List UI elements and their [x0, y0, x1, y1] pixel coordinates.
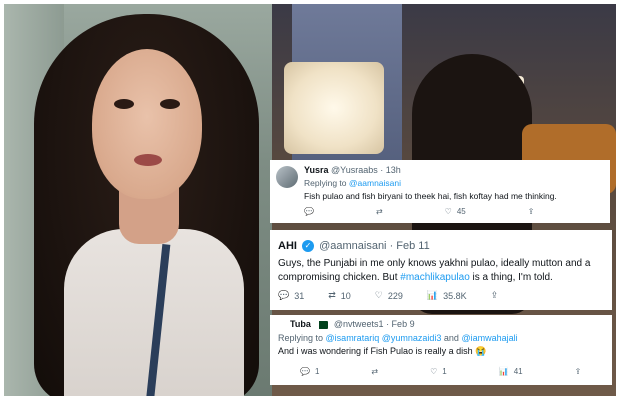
share-button[interactable]: ⇪ [491, 290, 499, 301]
views-icon: 📊 [426, 290, 439, 300]
reply-button[interactable]: 💬 31 [278, 290, 304, 301]
photo-eye-left [114, 99, 134, 109]
views-button[interactable]: 📊 35.8K [427, 290, 467, 301]
handle[interactable]: @Yusraabs [331, 165, 378, 175]
share-icon: ⇪ [490, 290, 499, 300]
like-button[interactable]: ♡ 229 [375, 290, 403, 301]
share-icon: ⇪ [574, 367, 582, 376]
reply-count: 31 [294, 290, 305, 301]
reply-count: 1 [314, 367, 320, 376]
tweet-card-tuba[interactable]: Tuba @nvtweets1 · Feb 9 Replying to @isa… [270, 315, 612, 385]
tweet-card-yusra[interactable]: Yusra @Yusraabs · 13h Replying to @aamna… [270, 160, 610, 223]
pakistan-flag-icon [316, 320, 329, 329]
reply-button[interactable]: 💬 [304, 207, 314, 216]
like-icon: ♡ [430, 367, 438, 376]
photo-eye-right [160, 99, 180, 109]
handle[interactable]: @aamnaisani [319, 240, 386, 252]
avatar[interactable] [276, 166, 298, 188]
photo-mouth [134, 154, 162, 166]
retweet-icon: ⇄ [375, 207, 383, 216]
tweet-text-end: is a thing, I'm told. [469, 272, 553, 283]
reply-icon: 💬 [300, 367, 310, 376]
like-count: 229 [387, 290, 403, 301]
mention-link-3[interactable]: @iamwahajali [461, 333, 517, 343]
tweet-actions: 💬 1 ⇄ ♡ 1 📊 41 ⇪ [300, 367, 612, 376]
timestamp[interactable]: · Feb 11 [390, 240, 430, 252]
tweet-header: Tuba @nvtweets1 · Feb 9 [290, 319, 415, 329]
screenshot-frame: Yusra @Yusraabs · 13h Replying to @aamna… [0, 0, 620, 400]
hashtag-link[interactable]: #machlikapulao [400, 272, 470, 283]
tweet-card-ahi[interactable]: AHI ✓ @aamnaisani · Feb 11 Guys, the Pun… [270, 230, 612, 310]
like-icon: ♡ [444, 207, 452, 216]
timestamp[interactable]: · Feb 9 [386, 319, 415, 329]
replying-to: Replying to @isamratariq @yumnazaidi3 an… [278, 333, 518, 343]
tweet-header: Yusra @Yusraabs · 13h [304, 165, 401, 175]
retweet-button[interactable]: ⇄ 10 [328, 290, 351, 301]
like-icon: ♡ [374, 290, 383, 300]
view-count: 41 [513, 367, 523, 376]
tweet-text: Fish pulao and fish biryani to theek hai… [304, 191, 557, 201]
tweet-text: Guys, the Punjabi in me only knows yakhn… [278, 257, 608, 285]
tweet-actions: 💬 ⇄ ♡ 45 ⇪ [304, 207, 596, 216]
retweet-icon: ⇄ [328, 290, 336, 300]
mention-link-2[interactable]: @yumnazaidi3 [382, 333, 442, 343]
like-button[interactable]: ♡ 1 [430, 367, 447, 376]
share-icon: ⇪ [527, 207, 535, 216]
views-button[interactable]: 📊 41 [499, 367, 523, 376]
like-count: 1 [442, 367, 447, 376]
replying-to-label: Replying to [278, 333, 324, 343]
reply-button[interactable]: 💬 1 [300, 367, 319, 376]
replying-to-label: Replying to [304, 178, 347, 188]
tweet-text: And i was wondering if Fish Pulao is rea… [278, 346, 487, 356]
display-name[interactable]: Tuba [290, 319, 311, 329]
timestamp[interactable]: · 13h [380, 165, 401, 175]
replying-and: and [443, 333, 459, 343]
tweet-header: AHI ✓ @aamnaisani · Feb 11 [278, 240, 430, 253]
photo-face [92, 49, 202, 199]
retweet-count: 10 [340, 290, 351, 301]
views-icon: 📊 [498, 367, 509, 376]
mention-link-1[interactable]: @isamratariq [326, 333, 380, 343]
verified-icon: ✓ [302, 240, 315, 253]
reply-icon: 💬 [304, 207, 314, 216]
like-count: 45 [456, 207, 466, 216]
display-name[interactable]: Yusra [304, 165, 329, 175]
view-count: 35.8K [443, 290, 467, 301]
share-button[interactable]: ⇪ [575, 367, 582, 376]
scene-lamp [284, 62, 384, 154]
reply-icon: 💬 [278, 290, 290, 300]
actress-photo [4, 4, 272, 396]
retweet-button[interactable]: ⇄ [376, 207, 383, 216]
like-button[interactable]: ♡ 45 [445, 207, 466, 216]
display-name[interactable]: AHI [278, 240, 297, 252]
retweet-icon: ⇄ [371, 367, 379, 376]
mention-link[interactable]: @aamnaisani [349, 178, 401, 188]
handle[interactable]: @nvtweets1 [334, 319, 384, 329]
tweet-actions: 💬 31 ⇄ 10 ♡ 229 📊 35.8K ⇪ [278, 290, 522, 301]
replying-to: Replying to @aamnaisani [304, 178, 401, 188]
share-button[interactable]: ⇪ [528, 207, 535, 216]
retweet-button[interactable]: ⇄ [371, 367, 378, 376]
